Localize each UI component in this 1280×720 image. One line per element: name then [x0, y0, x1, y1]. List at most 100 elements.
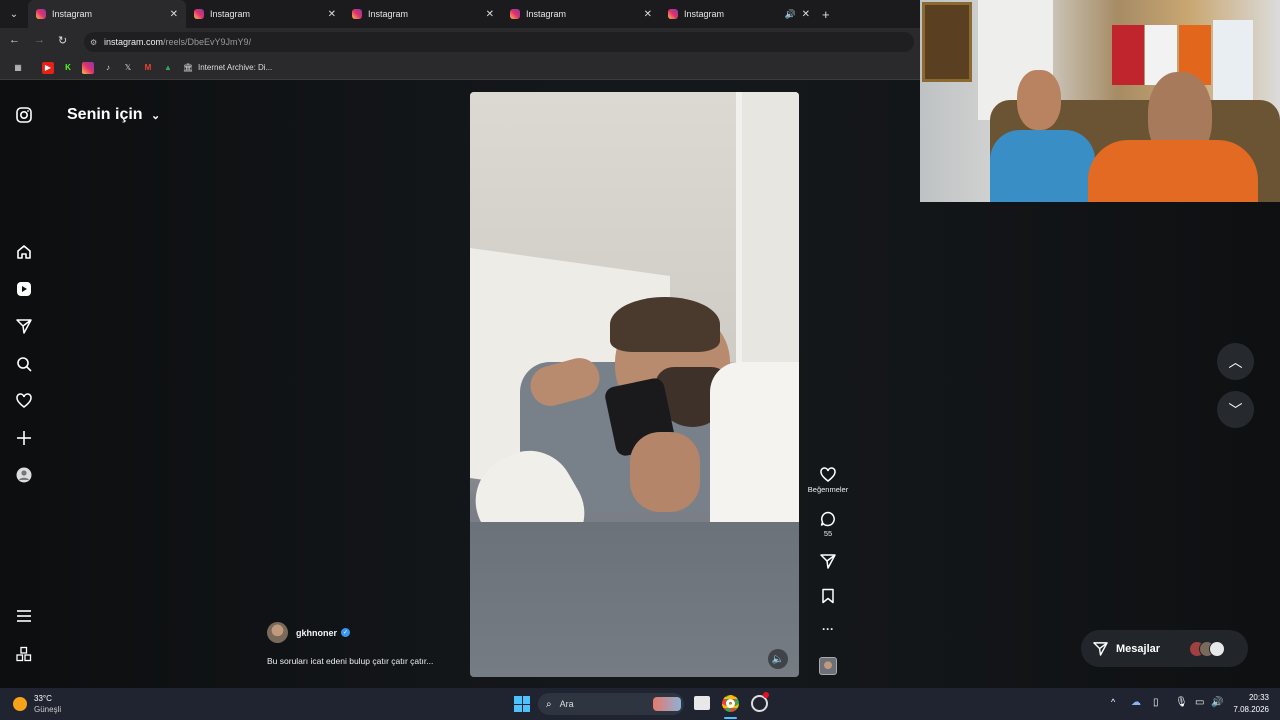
webcam-person-left-head: [1017, 70, 1061, 130]
share-button[interactable]: [807, 553, 849, 571]
forward-icon[interactable]: →: [34, 34, 45, 46]
reload-icon[interactable]: ↻: [58, 34, 67, 47]
kick-bookmark-icon[interactable]: K: [62, 62, 74, 74]
weather-condition[interactable]: Güneşli: [34, 705, 61, 714]
search-icon[interactable]: [15, 355, 33, 373]
reels-icon[interactable]: [15, 280, 33, 298]
browser-tab[interactable]: Instagram ✕: [28, 0, 186, 28]
video-bed: [470, 522, 799, 677]
more-apps-icon[interactable]: [15, 645, 33, 663]
apps-grid-icon[interactable]: ▦: [12, 62, 24, 74]
volume-icon[interactable]: 🔊: [1211, 697, 1223, 708]
next-reel-button[interactable]: ﹀: [1217, 391, 1254, 428]
clock-time[interactable]: 20:33: [1243, 693, 1269, 702]
previous-reel-button[interactable]: ︿: [1217, 343, 1254, 380]
instagram-favicon-icon: [36, 9, 46, 19]
webcam-jersey-red: [1112, 25, 1144, 85]
browser-tab[interactable]: Instagram ✕: [502, 0, 660, 28]
battery-icon[interactable]: ▯: [1153, 697, 1159, 708]
browser-tab[interactable]: Instagram ✕: [186, 0, 344, 28]
drive-bookmark-icon[interactable]: ▲: [162, 62, 174, 74]
back-icon[interactable]: ←: [9, 34, 20, 46]
browser-tab[interactable]: Instagram 🔊 ✕: [660, 0, 818, 28]
messages-button[interactable]: Mesajlar: [1081, 630, 1248, 667]
profile-avatar-icon[interactable]: [15, 466, 33, 484]
x-bookmark-icon[interactable]: 𝕏: [122, 62, 134, 74]
network-icon[interactable]: ▭: [1195, 697, 1204, 708]
weather-temp[interactable]: 33°C: [34, 694, 52, 703]
webcam-overlay: [920, 0, 1280, 202]
url-path: /reels/DbeEvY9JmY9/: [163, 37, 252, 47]
close-tab-icon[interactable]: ✕: [328, 9, 336, 20]
send-icon[interactable]: [15, 317, 33, 335]
instagram-bookmark-icon[interactable]: [82, 61, 94, 74]
close-tab-icon[interactable]: ✕: [802, 9, 810, 20]
notification-badge: [763, 692, 769, 698]
heart-icon: [820, 467, 836, 482]
verified-badge-icon: ✓: [341, 628, 351, 637]
windows-start-icon[interactable]: [514, 696, 530, 712]
feed-selector[interactable]: Senin için ⌄: [67, 106, 160, 124]
browser-tab[interactable]: Instagram ✕: [344, 0, 502, 28]
browser-toolbar: ← → ↻ ⚙ instagram.com /reels/DbeEvY9JmY9…: [0, 28, 920, 56]
mute-icon[interactable]: 🔈: [768, 649, 788, 669]
close-tab-icon[interactable]: ✕: [170, 9, 178, 20]
reel-video[interactable]: 🔈: [470, 92, 799, 677]
site-info-icon[interactable]: ⚙: [90, 38, 97, 47]
taskbar-search[interactable]: ⌕ Ara: [538, 693, 684, 715]
audio-playing-icon[interactable]: 🔊: [785, 9, 796, 20]
chevron-down-icon: ⌄: [151, 110, 161, 122]
bookmark-icon: [822, 588, 834, 604]
instagram-favicon-icon: [194, 9, 204, 19]
send-icon: [1093, 642, 1108, 656]
tab-title: Instagram: [526, 9, 567, 19]
audio-thumbnail[interactable]: [819, 657, 837, 675]
webcam-portrait-frame: [922, 2, 972, 82]
more-options-button[interactable]: ···: [807, 622, 849, 636]
close-tab-icon[interactable]: ✕: [486, 9, 494, 20]
search-highlight-icon: [653, 697, 681, 711]
home-icon[interactable]: [15, 243, 33, 261]
tray-app-icon[interactable]: ☁: [1131, 697, 1141, 708]
search-placeholder: Ara: [559, 699, 574, 709]
file-explorer-icon[interactable]: [694, 696, 710, 710]
comment-button[interactable]: 55: [807, 511, 849, 538]
webcam-person-right-body: [1088, 140, 1258, 202]
send-icon: [820, 554, 836, 569]
tab-list-chevron-icon[interactable]: ⌄: [0, 9, 28, 20]
post-author[interactable]: gkhnoner ✓: [267, 622, 351, 643]
archive-bookmark-icon[interactable]: 🏛: [182, 62, 194, 74]
address-bar[interactable]: ⚙ instagram.com /reels/DbeEvY9JmY9/: [84, 32, 914, 52]
video-doorway: [736, 92, 799, 372]
video-person-hair: [610, 297, 720, 352]
tab-title: Instagram: [684, 9, 725, 19]
bookmark-label[interactable]: Internet Archive: Di...: [198, 63, 272, 72]
tab-title: Instagram: [368, 9, 409, 19]
tiktok-bookmark-icon[interactable]: ♪: [102, 62, 114, 74]
browser-tab-strip: ⌄ Instagram ✕ Instagram ✕ Instagram ✕ In…: [0, 0, 920, 28]
tray-overflow-icon[interactable]: ^: [1111, 697, 1115, 707]
chevron-down-icon: ﹀: [1228, 401, 1243, 418]
like-button[interactable]: Beğenmeler: [807, 467, 849, 494]
comment-count: 55: [823, 529, 833, 538]
instagram-logo-icon[interactable]: [15, 106, 33, 124]
youtube-bookmark-icon[interactable]: ▶: [42, 61, 54, 74]
chrome-icon[interactable]: [722, 695, 739, 712]
author-username[interactable]: gkhnoner: [296, 628, 337, 638]
active-app-underline: [724, 717, 737, 719]
webcam-jersey-light: [1213, 20, 1253, 100]
heart-icon[interactable]: [15, 392, 33, 410]
microphone-icon[interactable]: 🎙: [1175, 697, 1188, 708]
author-avatar[interactable]: [267, 622, 288, 643]
instagram-favicon-icon: [510, 9, 520, 19]
gmail-bookmark-icon[interactable]: M: [142, 62, 154, 74]
menu-icon[interactable]: [15, 607, 33, 625]
close-tab-icon[interactable]: ✕: [644, 9, 652, 20]
save-button[interactable]: [807, 588, 849, 606]
weather-sun-icon[interactable]: [13, 697, 27, 711]
new-tab-button[interactable]: +: [822, 7, 830, 22]
post-caption[interactable]: Bu soruları icat edeni bulup çatır çatır…: [267, 656, 433, 666]
create-plus-icon[interactable]: [15, 429, 33, 447]
clock-date[interactable]: 7.08.2026: [1225, 705, 1269, 714]
tab-title: Instagram: [210, 9, 251, 19]
